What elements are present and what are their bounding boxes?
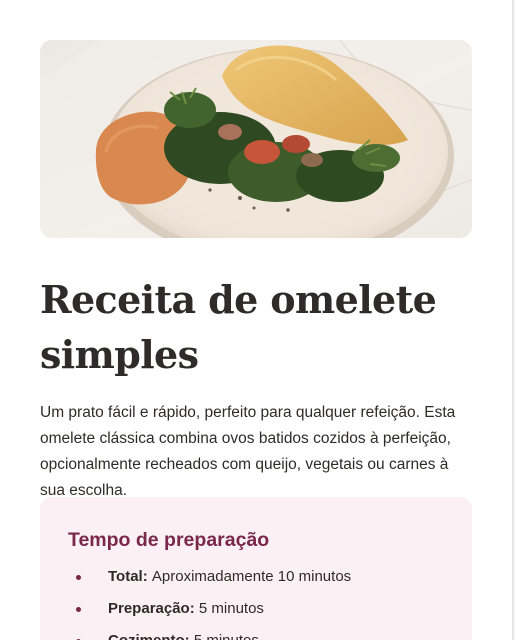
recipe-title: Receita de omelete simples (40, 277, 437, 377)
preparation-time-list: Total: Aproximadamente 10 minutos Prepar… (68, 565, 351, 640)
recipe-page: Receita de omelete simples Um prato fáci… (0, 0, 512, 640)
bullet-icon (76, 607, 81, 612)
list-item: Cozimento: 5 minutos (68, 629, 351, 640)
prep-cooking-value: 5 minutos (194, 632, 259, 640)
preparation-time-card: Tempo de preparação Total: Aproximadamen… (40, 497, 472, 640)
bullet-icon (76, 575, 81, 580)
preparation-time-heading: Tempo de preparação (68, 529, 270, 551)
prep-total-label: Total: (108, 568, 152, 585)
prep-total-value: Aproximadamente 10 minutos (151, 568, 352, 585)
recipe-intro: Um prato fácil e rápido, perfeito para q… (40, 404, 456, 499)
prep-preparation-value: 5 minutos (198, 600, 264, 617)
list-item: Total: Aproximadamente 10 minutos (68, 565, 351, 597)
prep-cooking-label: Cozimento: (108, 632, 194, 640)
omelette-hero-image (40, 40, 472, 238)
prep-preparation-label: Preparação: (108, 600, 199, 617)
list-item: Preparação: 5 minutos (68, 597, 351, 629)
